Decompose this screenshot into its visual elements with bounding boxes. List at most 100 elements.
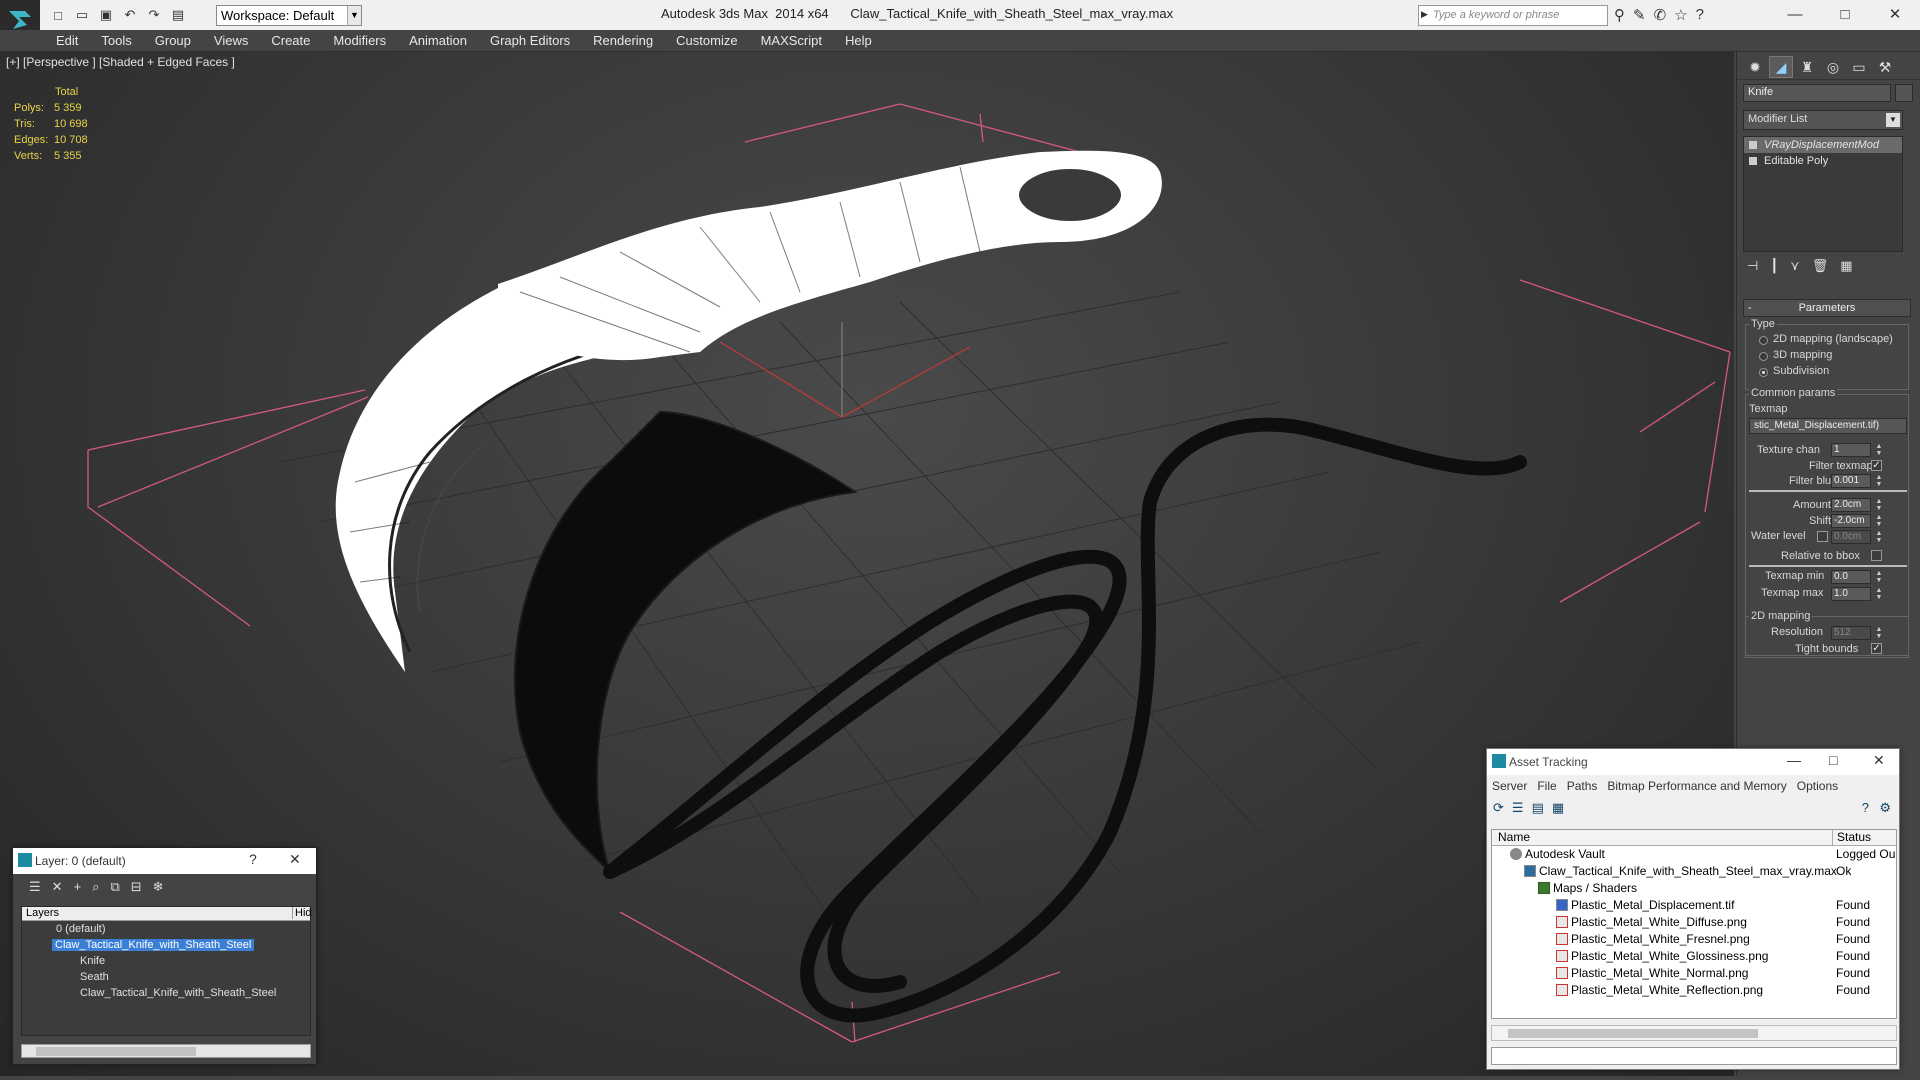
search-input[interactable]: ▶ Type a keyword or phrase: [1418, 5, 1608, 26]
highlight-selected-icon[interactable]: ⧉: [110, 879, 119, 900]
object-name-field[interactable]: Knife: [1743, 84, 1891, 102]
menu-maxscript[interactable]: MAXScript: [761, 33, 822, 48]
binoculars-icon[interactable]: ⚲: [1614, 6, 1625, 24]
modifier-list-dropdown[interactable]: Modifier List ▼: [1743, 110, 1903, 130]
new-file-icon[interactable]: □: [48, 5, 68, 25]
refresh-icon[interactable]: ⟳: [1493, 800, 1504, 821]
lightbulb-icon[interactable]: [1749, 141, 1757, 149]
viewport-label[interactable]: [+] [Perspective ] [Shaded + Edged Faces…: [6, 55, 235, 69]
close-icon[interactable]: ✕: [289, 851, 301, 868]
modify-tab-icon[interactable]: ◢: [1769, 56, 1793, 78]
menu-views[interactable]: Views: [214, 33, 248, 48]
asset-dialog-titlebar[interactable]: Asset Tracking — □ ✕: [1487, 749, 1899, 775]
save-icon[interactable]: ▣: [96, 5, 116, 25]
water-level-input[interactable]: 0.0cm: [1831, 530, 1871, 544]
status-column-header[interactable]: Status: [1832, 830, 1871, 845]
hierarchy-tab-icon[interactable]: ♜: [1795, 56, 1819, 78]
asset-menu-paths[interactable]: Paths: [1567, 779, 1598, 797]
layer-dialog-titlebar[interactable]: Layer: 0 (default) ? ✕: [13, 848, 316, 874]
asset-row[interactable]: Plastic_Metal_White_Glossiness.png Found: [1492, 948, 1896, 965]
layer-row[interactable]: Claw_Tactical_Knife_with_Sheath_Steel: [22, 985, 310, 1001]
menu-rendering[interactable]: Rendering: [593, 33, 653, 48]
close-icon[interactable]: ✕: [1873, 752, 1885, 769]
favorites-star-icon[interactable]: ☆: [1674, 6, 1687, 24]
delete-layer-icon[interactable]: ✕: [52, 879, 63, 900]
asset-row[interactable]: Plastic_Metal_White_Diffuse.png Found: [1492, 914, 1896, 931]
plus-icon[interactable]: [1749, 157, 1757, 165]
object-color-swatch[interactable]: [1895, 84, 1913, 102]
help-icon[interactable]: ?: [1862, 800, 1869, 815]
utilities-tab-icon[interactable]: ⚒: [1873, 56, 1897, 78]
spinner-icon[interactable]: ▲ ▼: [1875, 587, 1883, 601]
asset-menu-options[interactable]: Options: [1797, 779, 1838, 797]
subscription-icon[interactable]: ✎: [1633, 6, 1646, 24]
add-to-layer-icon[interactable]: +: [74, 879, 82, 900]
texture-chan-input[interactable]: 1: [1831, 443, 1871, 457]
layer-row[interactable]: Seath: [22, 969, 310, 985]
redo-icon[interactable]: ↷: [144, 5, 164, 25]
radio-2d-mapping[interactable]: [1759, 336, 1768, 345]
hide-column-header[interactable]: Hid: [292, 907, 312, 919]
stack-item-editable-poly[interactable]: Editable Poly: [1744, 153, 1902, 169]
list-view-icon[interactable]: ☰: [1512, 800, 1524, 821]
motion-tab-icon[interactable]: ◎: [1821, 56, 1845, 78]
open-file-icon[interactable]: ▭: [72, 5, 92, 25]
filter-blur-input[interactable]: 0.001: [1831, 474, 1871, 488]
display-tab-icon[interactable]: ▭: [1847, 56, 1871, 78]
workspace-dropdown[interactable]: Workspace: Default ▼: [216, 5, 362, 26]
spinner-icon[interactable]: ▲ ▼: [1875, 474, 1883, 488]
make-unique-icon[interactable]: ⋎: [1790, 258, 1800, 274]
tight-bounds-checkbox[interactable]: ✓: [1871, 643, 1882, 654]
create-tab-icon[interactable]: ✹: [1743, 56, 1767, 78]
menu-edit[interactable]: Edit: [56, 33, 78, 48]
layer-horizontal-scrollbar[interactable]: [21, 1044, 311, 1058]
layers-column-header[interactable]: Layers: [26, 907, 59, 919]
layer-row[interactable]: Claw_Tactical_Knife_with_Sheath_Steel: [22, 937, 310, 953]
spinner-icon[interactable]: ▲ ▼: [1875, 498, 1883, 512]
maximize-icon[interactable]: □: [1829, 752, 1837, 768]
stack-item-vray-displacement[interactable]: VRayDisplacementMod: [1744, 137, 1902, 153]
asset-row[interactable]: Plastic_Metal_White_Normal.png Found: [1492, 965, 1896, 982]
help-icon[interactable]: ?: [1696, 6, 1704, 24]
help-icon[interactable]: ?: [249, 851, 257, 867]
menu-help[interactable]: Help: [845, 33, 872, 48]
menu-group[interactable]: Group: [155, 33, 191, 48]
maximize-icon[interactable]: □: [1820, 0, 1870, 28]
menu-create[interactable]: Create: [271, 33, 310, 48]
minimize-icon[interactable]: —: [1770, 0, 1820, 28]
scrollbar-thumb[interactable]: [1508, 1029, 1758, 1038]
spinner-icon[interactable]: ▲ ▼: [1875, 570, 1883, 584]
asset-row[interactable]: Plastic_Metal_White_Fresnel.png Found: [1492, 931, 1896, 948]
minimize-icon[interactable]: —: [1787, 752, 1801, 768]
close-icon[interactable]: ✕: [1870, 0, 1920, 28]
menu-tools[interactable]: Tools: [101, 33, 131, 48]
menu-graph-editors[interactable]: Graph Editors: [490, 33, 570, 48]
resolution-input[interactable]: 512: [1831, 626, 1871, 640]
table-view-icon[interactable]: ▦: [1552, 800, 1564, 821]
asset-row[interactable]: Plastic_Metal_White_Reflection.png Found: [1492, 982, 1896, 999]
parameters-rollout[interactable]: - Parameters: [1743, 299, 1911, 317]
shift-input[interactable]: -2.0cm: [1831, 514, 1871, 528]
texmap-button[interactable]: stic_Metal_Displacement.tif): [1749, 418, 1907, 434]
scrollbar-thumb[interactable]: [36, 1047, 196, 1056]
asset-row[interactable]: Maps / Shaders: [1492, 880, 1896, 897]
tree-view-icon[interactable]: ▤: [1532, 800, 1544, 821]
select-objects-icon[interactable]: ⌕: [92, 879, 99, 900]
show-end-result-icon[interactable]: ┃: [1770, 258, 1778, 274]
menu-customize[interactable]: Customize: [676, 33, 737, 48]
water-level-checkbox[interactable]: [1817, 531, 1828, 542]
asset-row[interactable]: Claw_Tactical_Knife_with_Sheath_Steel_ma…: [1492, 863, 1896, 880]
menu-modifiers[interactable]: Modifiers: [333, 33, 386, 48]
communication-icon[interactable]: ✆: [1654, 6, 1667, 24]
asset-menu-server[interactable]: Server: [1492, 779, 1527, 797]
pin-stack-icon[interactable]: ⊣: [1747, 258, 1758, 274]
configure-sets-icon[interactable]: ▦: [1840, 258, 1852, 274]
project-folder-icon[interactable]: ▤: [168, 5, 188, 25]
layer-row[interactable]: 0 (default): [22, 921, 310, 937]
asset-horizontal-scrollbar[interactable]: [1491, 1025, 1897, 1041]
filter-texmap-checkbox[interactable]: ✓: [1871, 460, 1882, 471]
asset-menu-bitmap[interactable]: Bitmap Performance and Memory: [1607, 779, 1786, 797]
hide-all-icon[interactable]: ⊟: [131, 879, 142, 900]
asset-row[interactable]: Plastic_Metal_Displacement.tif Found: [1492, 897, 1896, 914]
undo-icon[interactable]: ↶: [120, 5, 140, 25]
